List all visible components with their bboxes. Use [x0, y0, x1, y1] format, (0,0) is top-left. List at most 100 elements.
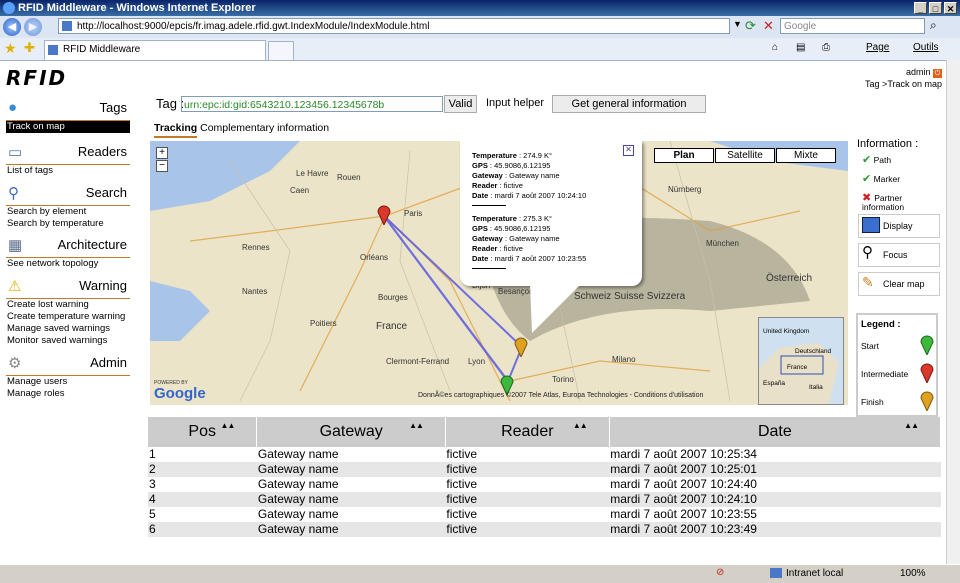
popup-line: Temperature : 275.3 K°: [472, 214, 553, 223]
tag-input[interactable]: urn:epc:id:gid:6543210.123456.12345678b: [181, 96, 443, 112]
finish-marker-icon[interactable]: [514, 335, 528, 357]
sidebar-heading[interactable]: ⚙ Admin: [6, 351, 130, 376]
tools-menu[interactable]: Outils: [913, 42, 939, 53]
popup-entry: Temperature : 274.9 K° GPS : 45.9086,6.12…: [472, 151, 642, 206]
map-place-label: Poitiers: [310, 319, 337, 328]
sort-icon[interactable]: ▲▲: [221, 421, 236, 430]
sidebar-heading[interactable]: ▭ Readers: [6, 140, 130, 165]
popup-value: 45.9086,6.12195: [494, 224, 551, 233]
table-row[interactable]: 6 Gateway name fictive mardi 7 août 2007 10…: [148, 522, 941, 537]
popup-pointer: [530, 285, 580, 333]
zoom-out-button[interactable]: −: [156, 160, 168, 172]
map-view[interactable]: Paris Rouen Le Havre Caen Rennes Nantes Orléan…: [150, 141, 848, 405]
column-header-reader[interactable]: Reader ▲▲: [445, 417, 610, 447]
tab-tracking[interactable]: Tracking: [154, 122, 198, 138]
popup-close-icon[interactable]: ✕: [623, 145, 634, 156]
popup-line: Reader : fictive: [472, 181, 523, 190]
sidebar-heading[interactable]: ⚠ Warning: [6, 274, 130, 299]
vertical-scrollbar[interactable]: [946, 60, 960, 564]
column-header-pos[interactable]: Pos ▲▲: [148, 417, 258, 447]
reader-icon: ▭: [8, 144, 23, 161]
table-row[interactable]: 3 Gateway name fictive mardi 7 août 2007 10…: [148, 477, 941, 492]
sidebar-heading[interactable]: ● Tags: [6, 96, 130, 121]
sidebar-item[interactable]: Manage users: [6, 376, 130, 388]
table-cell: Gateway name: [256, 462, 446, 477]
stop-icon[interactable]: ✕: [763, 18, 774, 34]
zoom-in-button[interactable]: +: [156, 147, 168, 159]
map-type-plan[interactable]: Plan: [654, 148, 714, 163]
home-icon[interactable]: ⌂: [772, 42, 778, 53]
sidebar-item[interactable]: Create lost warning: [6, 299, 130, 311]
intermediate-marker-icon[interactable]: [377, 203, 391, 225]
table-row[interactable]: 2 Gateway name fictive mardi 7 août 2007 10…: [148, 462, 941, 477]
path-toggle[interactable]: ✔ Path: [862, 155, 891, 166]
maximize-button[interactable]: □: [929, 2, 942, 14]
sidebar-heading[interactable]: ▦ Architecture: [6, 233, 130, 258]
overview-place-label: United Kingdom: [763, 328, 810, 335]
back-icon[interactable]: ◀: [3, 18, 21, 36]
popup-line: Gateway : Gateway name: [472, 234, 560, 243]
sidebar-item[interactable]: Manage saved warnings: [6, 323, 130, 335]
feeds-icon[interactable]: ▤: [796, 42, 805, 53]
column-header-gateway[interactable]: Gateway ▲▲: [256, 417, 446, 447]
map-type-satellite[interactable]: Satellite: [715, 148, 775, 163]
address-field[interactable]: http://localhost:9000/epcis/fr.imag.adel…: [58, 18, 730, 34]
input-helper-button[interactable]: Input helper: [479, 95, 551, 113]
legend-intermediate-label: Intermediate: [861, 369, 909, 379]
sidebar-item[interactable]: See network topology: [6, 258, 130, 270]
map-place-label: Rouen: [337, 173, 361, 182]
display-button[interactable]: Display: [858, 214, 940, 238]
overview-map[interactable]: United Kingdom Deutschland France España Ita…: [758, 317, 844, 405]
sidebar-item[interactable]: Manage roles: [6, 388, 130, 400]
marker-toggle[interactable]: ✔ Marker: [862, 173, 900, 185]
search-icon[interactable]: ⌕: [930, 18, 937, 33]
map-place-label: Caen: [290, 186, 310, 195]
valid-button[interactable]: Valid: [444, 95, 477, 113]
column-header-date[interactable]: Date ▲▲: [609, 417, 942, 447]
sidebar-heading[interactable]: ⚲ Search: [6, 181, 130, 206]
minimize-button[interactable]: _: [914, 2, 927, 14]
table-row[interactable]: 4 Gateway name fictive mardi 7 août 2007 10…: [148, 492, 941, 507]
globe-icon: ●: [8, 99, 18, 116]
info-popup: ✕ Temperature : 274.9 K° GPS : 45.9086,6.…: [460, 141, 642, 286]
table-cell: mardi 7 août 2007 10:24:40: [610, 477, 757, 491]
user-name[interactable]: admin: [906, 67, 931, 77]
add-favorite-icon[interactable]: ✚: [24, 40, 35, 56]
sidebar-item[interactable]: Create temperature warning: [6, 311, 130, 323]
close-button[interactable]: ✕: [944, 2, 957, 14]
table-cell: Gateway name: [256, 522, 446, 537]
tab-complementary[interactable]: Complementary information: [200, 122, 329, 134]
popup-divider: [472, 205, 506, 206]
map-type-mixte[interactable]: Mixte: [776, 148, 836, 163]
new-tab-button[interactable]: [268, 41, 294, 61]
map-place-label: Milano: [612, 355, 636, 364]
sort-icon[interactable]: ▲▲: [409, 421, 424, 430]
address-dropdown-icon[interactable]: ▼: [733, 19, 742, 29]
user-area: admin ⏻ Tag >Track on map: [865, 66, 942, 90]
page-menu[interactable]: Page: [866, 42, 889, 53]
table-row[interactable]: 1 Gateway name fictive mardi 7 août 2007 10…: [148, 447, 941, 462]
forward-icon[interactable]: ▶: [24, 18, 42, 36]
focus-button[interactable]: ⚲ Focus: [858, 243, 940, 267]
map-copyright: DonnÃ©es cartographiques ©2007 Tele Atla…: [418, 392, 704, 399]
logout-icon[interactable]: ⏻: [933, 69, 942, 78]
table-cell: 1: [149, 447, 156, 461]
print-icon[interactable]: ⎙: [822, 42, 830, 53]
sidebar-item[interactable]: List of tags: [6, 165, 130, 177]
browser-tab[interactable]: RFID Middleware: [44, 40, 266, 60]
clear-map-button[interactable]: ✎ Clear map: [858, 272, 940, 296]
sidebar-item[interactable]: Monitor saved warnings: [6, 335, 130, 347]
favorites-star-icon[interactable]: ★: [4, 40, 17, 57]
sidebar-item[interactable]: Search by element: [6, 206, 130, 218]
sidebar-item[interactable]: Track on map: [6, 121, 130, 133]
sort-icon[interactable]: ▲▲: [573, 421, 588, 430]
general-info-button[interactable]: Get general information: [552, 95, 706, 113]
sort-icon[interactable]: ▲▲: [904, 421, 919, 430]
check-icon: ✔: [862, 173, 872, 185]
popup-divider: [472, 268, 506, 269]
table-row[interactable]: 5 Gateway name fictive mardi 7 août 2007 10…: [148, 507, 941, 522]
refresh-icon[interactable]: ⟳: [745, 18, 756, 34]
zoom-label[interactable]: 100%: [900, 568, 926, 579]
sidebar-item[interactable]: Search by temperature: [6, 218, 130, 230]
search-input[interactable]: Google: [780, 18, 925, 34]
